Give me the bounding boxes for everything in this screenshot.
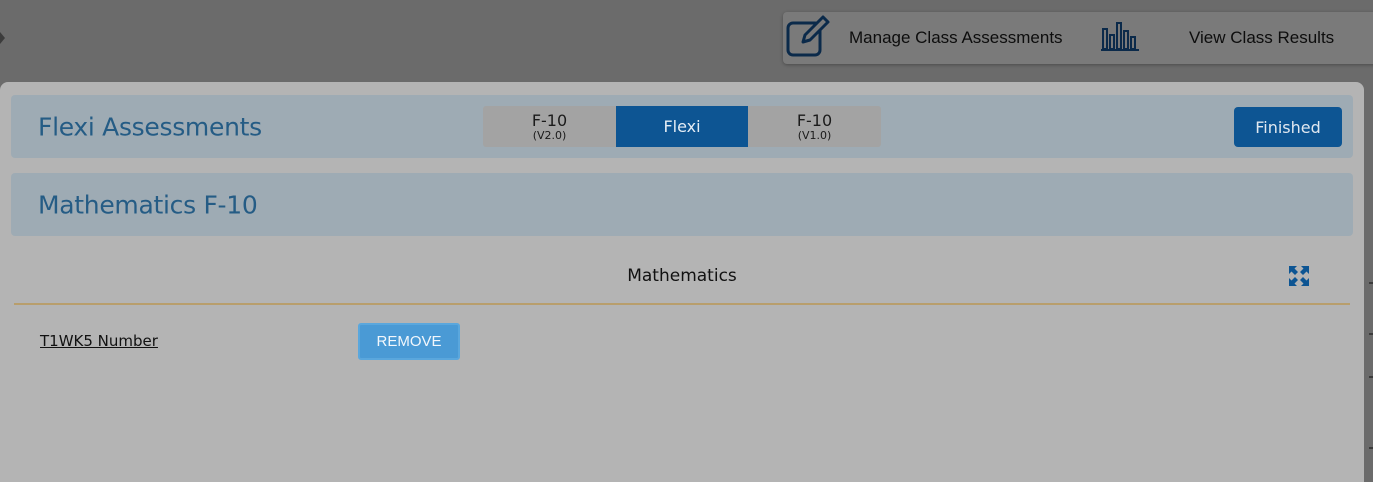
right-edge-mark [1369,447,1373,449]
bar-chart-icon [1101,21,1141,56]
tab-label: F-10 [796,110,833,130]
manage-class-assessments-label: Manage Class Assessments [849,28,1063,47]
left-edge-notch [0,32,5,44]
view-class-results-button[interactable]: View Class Results [1099,12,1334,64]
tab-label: Flexi [663,116,701,136]
edit-icon [785,14,831,63]
view-class-results-label: View Class Results [1189,28,1335,47]
manage-class-assessments-button[interactable]: Manage Class Assessments [783,12,1063,64]
tab-sublabel: (V2.0) [532,128,567,142]
tab-f10-v1[interactable]: F-10 (V1.0) [748,106,881,147]
expand-icon[interactable] [1288,265,1310,287]
remove-button[interactable]: REMOVE [358,323,460,360]
tab-flexi[interactable]: Flexi [616,106,748,147]
curriculum-title: Mathematics F-10 [38,190,258,219]
right-edge-mark [1369,333,1373,335]
subject-label: Mathematics [627,266,737,286]
right-edge-mark [1369,282,1373,284]
right-edge-mark [1369,376,1373,378]
assessments-modal: Flexi Assessments F-10 (V2.0) Flexi F-10… [0,82,1364,482]
tab-f10-v2[interactable]: F-10 (V2.0) [483,106,616,147]
tab-sublabel: (V1.0) [797,128,832,142]
finished-button[interactable]: Finished [1234,107,1342,147]
page-title: Flexi Assessments [38,112,262,141]
curriculum-panel: Mathematics F-10 [11,173,1353,236]
curriculum-version-toggle: F-10 (V2.0) Flexi F-10 (V1.0) [483,106,881,147]
subject-header: Mathematics [14,253,1350,305]
tab-label: F-10 [531,110,568,130]
header-panel: Flexi Assessments F-10 (V2.0) Flexi F-10… [11,95,1353,158]
list-item: T1WK5 Number REMOVE [40,323,1340,361]
assessment-link[interactable]: T1WK5 Number [40,332,158,350]
class-toolbar: Manage Class Assessments View Class Resu… [783,12,1373,64]
